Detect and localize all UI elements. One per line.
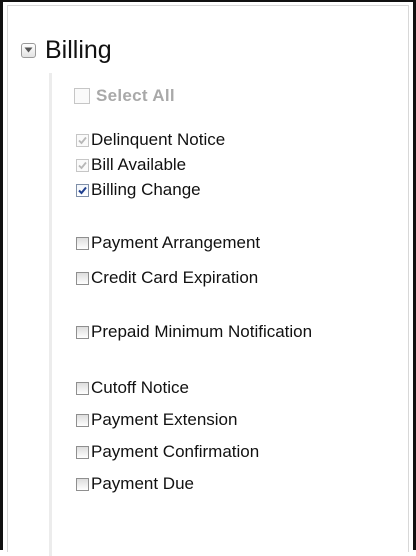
bill-available-checkbox[interactable] [76,158,89,172]
option-label: Cutoff Notice [91,378,189,397]
collapse-arrow-icon[interactable] [21,42,36,58]
option-row-cutoff-notice[interactable]: Cutoff Notice [76,377,189,399]
option-label: Payment Extension [91,410,238,429]
option-label: Delinquent Notice [91,130,226,149]
option-label: Prepaid Minimum Notification [91,322,313,341]
select-all-label: Select All [96,86,175,105]
option-label: Payment Confirmation [91,442,260,461]
cutoff-notice-checkbox[interactable] [76,381,89,395]
option-label: Billing Change [91,180,201,199]
option-label: Payment Arrangement [91,233,261,252]
payment-extension-checkbox[interactable] [76,413,89,427]
billing-change-checkbox[interactable] [76,183,89,197]
option-row-payment-extension[interactable]: Payment Extension [76,409,237,431]
credit-card-expiration-checkbox[interactable] [76,271,89,285]
option-row-payment-confirmation[interactable]: Payment Confirmation [76,441,259,463]
option-row-delinquent-notice[interactable]: Delinquent Notice [76,129,225,151]
option-row-prepaid-minimum-notification[interactable]: Prepaid Minimum Notification [76,321,312,343]
prepaid-minimum-notification-checkbox[interactable] [76,325,89,339]
delinquent-notice-checkbox[interactable] [76,133,89,147]
payment-due-checkbox[interactable] [76,477,89,491]
select-all-checkbox[interactable] [74,88,90,104]
indent-rule [49,73,52,556]
select-all-row[interactable]: Select All [74,85,175,107]
billing-panel: Billing Select All Delinquent Notice Bil… [7,5,409,556]
section-title: Billing [45,35,112,64]
window-frame: Billing Select All Delinquent Notice Bil… [0,0,416,556]
option-row-billing-change[interactable]: Billing Change [76,179,201,201]
payment-confirmation-checkbox[interactable] [76,445,89,459]
section-header: Billing [21,32,112,68]
option-row-bill-available[interactable]: Bill Available [76,154,186,176]
option-label: Payment Due [91,474,194,493]
option-label: Credit Card Expiration [91,268,259,287]
option-row-credit-card-expiration[interactable]: Credit Card Expiration [76,267,258,289]
payment-arrangement-checkbox[interactable] [76,236,89,250]
option-label: Bill Available [91,155,187,174]
option-row-payment-arrangement[interactable]: Payment Arrangement [76,232,260,254]
option-row-payment-due[interactable]: Payment Due [76,473,194,495]
